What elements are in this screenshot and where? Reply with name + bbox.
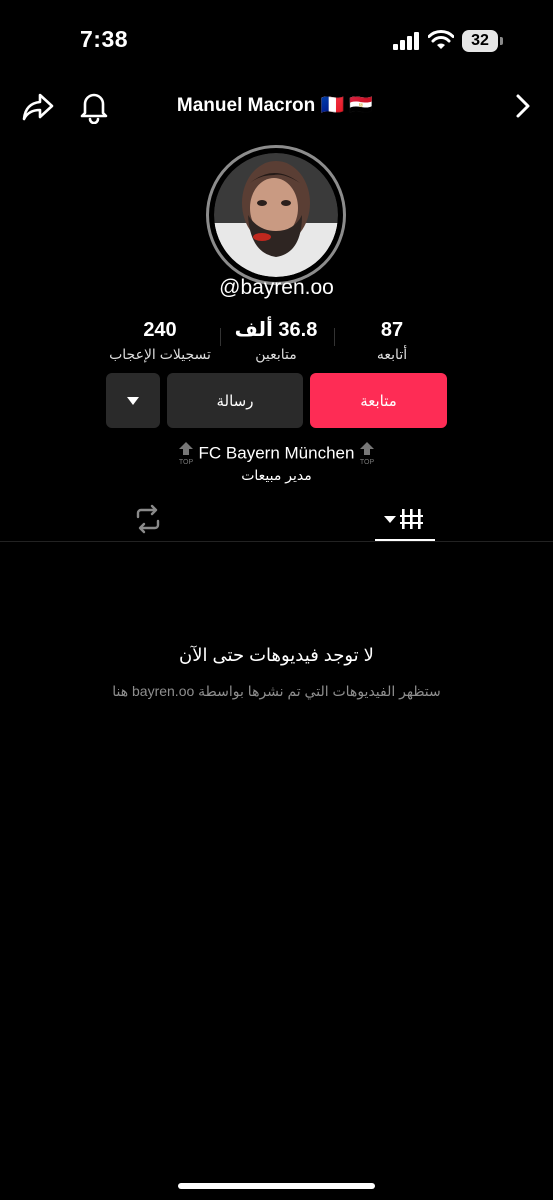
profile-name-title: Manuel Macron 🇫🇷 🇪🇬 <box>176 95 374 116</box>
repost-icon[interactable] <box>133 504 163 534</box>
share-icon[interactable] <box>20 88 56 124</box>
battery-tip <box>500 37 503 45</box>
avatar[interactable] <box>214 153 338 277</box>
chevron-right-icon[interactable] <box>508 91 538 121</box>
tabs-divider <box>0 541 553 542</box>
status-time: 7:38 <box>80 26 129 52</box>
stat-following-value: 87 <box>380 319 404 341</box>
stat-following-label: أتابعه <box>376 346 408 362</box>
bell-icon[interactable] <box>78 88 110 124</box>
status-bar: 7:38 32 <box>0 0 553 80</box>
videos-grid-icon[interactable] <box>376 504 434 534</box>
top-badge-text: TOP <box>360 459 375 466</box>
signal-icon <box>393 32 419 50</box>
bio-team: FC Bayern München <box>198 443 355 463</box>
top-badge-text: TOP <box>179 459 194 466</box>
top-arrow-icon: TOP <box>179 442 194 466</box>
empty-state-subtitle: ستظهر الفيديوهات التي تم نشرها بواسطة ba… <box>112 683 441 699</box>
wifi-icon <box>428 30 454 49</box>
message-button-label: رسالة <box>216 392 254 410</box>
message-button[interactable]: رسالة <box>167 373 303 428</box>
follow-button[interactable]: متابعة <box>310 373 447 428</box>
empty-state-title: لا توجد فيديوهات حتى الآن <box>179 645 374 665</box>
bio-line-1: TOP FC Bayern München TOP <box>120 442 433 466</box>
home-indicator[interactable] <box>178 1183 375 1189</box>
bio-line-2: مدير مبيعات <box>241 467 312 483</box>
caret-down-icon <box>127 396 139 405</box>
username: @bayren.oo <box>219 276 334 299</box>
top-arrow-icon: TOP <box>360 442 375 466</box>
profile-page: 7:38 32 Manuel Macron 🇫🇷 🇪🇬 @bayren.oo 2… <box>0 0 553 1200</box>
battery-icon: 32 <box>462 30 498 52</box>
follow-button-label: متابعة <box>360 392 397 410</box>
suggested-accounts-button[interactable] <box>106 373 160 428</box>
stat-following[interactable]: 87 أتابعه <box>322 318 462 364</box>
